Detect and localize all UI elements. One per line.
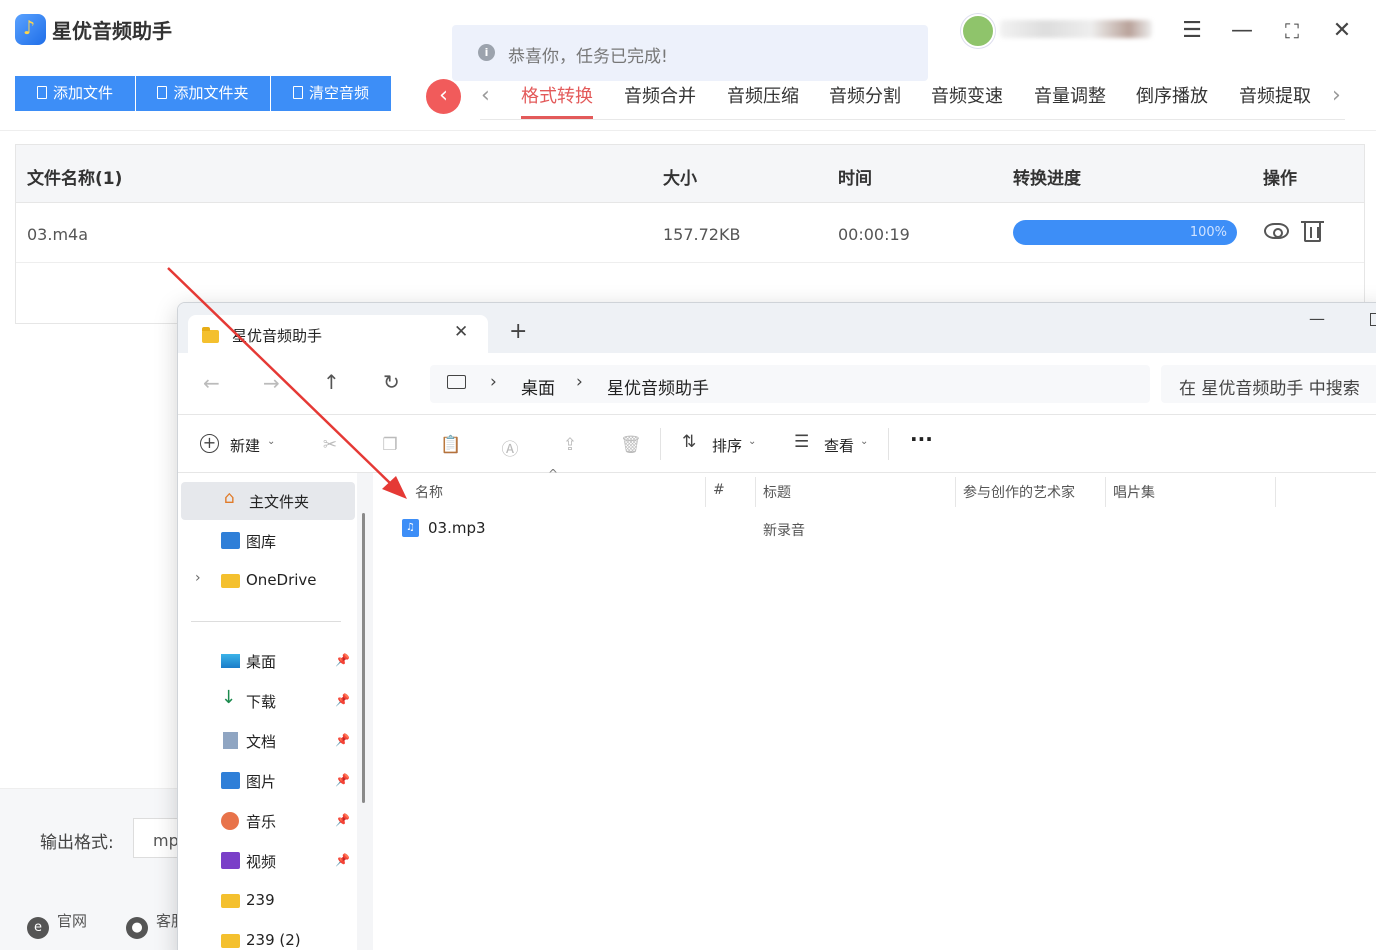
annotation-arrow: [167, 267, 407, 499]
arrow-line: [167, 267, 393, 486]
audio-app-window: 星优音频助手 i 恭喜你，任务已完成! ☰ — ⛶ ✕ 添加文件 添加文件夹 清…: [0, 0, 1376, 950]
